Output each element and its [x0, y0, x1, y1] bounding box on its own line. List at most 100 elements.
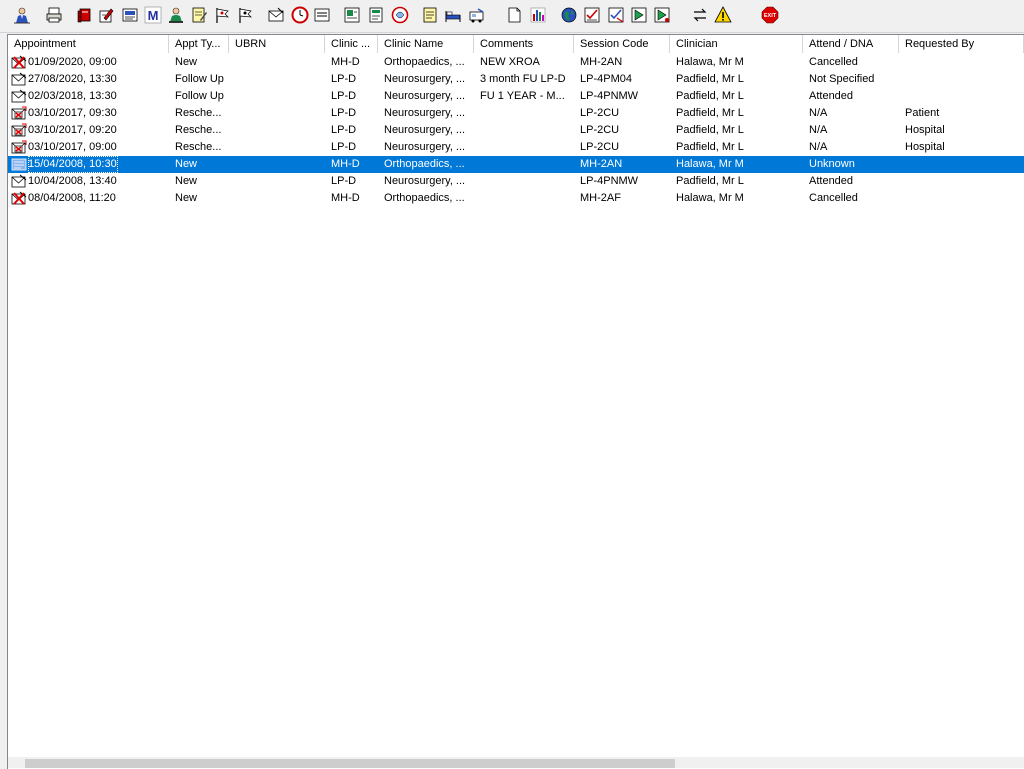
column-header-clinic-name[interactable]: Clinic Name — [378, 35, 474, 53]
cell-clinic: MH-D — [331, 56, 360, 68]
column-header-comments[interactable]: Comments — [474, 35, 574, 53]
document-button[interactable] — [366, 5, 386, 25]
envelope-icon — [268, 7, 284, 22]
page-icon — [508, 7, 521, 23]
edit-button[interactable] — [96, 5, 116, 25]
warning-button[interactable] — [713, 5, 733, 25]
cell-ubrn — [235, 88, 323, 105]
cell-session-code: MH-2AN — [580, 158, 623, 170]
book-icon — [77, 8, 91, 23]
cell-clinician: Padfield, Mr L — [676, 73, 744, 85]
cancelled-appointment-icon — [11, 55, 27, 69]
cell-clinic-name: Neurosurgery, ... — [384, 175, 466, 187]
table-row[interactable]: 27/08/2020, 13:30 Follow Up LP-D Neurosurge… — [8, 71, 1024, 88]
unknown-appointment-icon — [11, 158, 27, 171]
swap-button[interactable] — [690, 5, 710, 25]
scrollbar-thumb[interactable] — [25, 759, 675, 768]
horizontal-scrollbar[interactable] — [8, 757, 1024, 768]
print-button[interactable] — [44, 5, 64, 25]
cell-clinic: LP-D — [331, 73, 357, 85]
letter-m-button[interactable]: M — [143, 5, 163, 25]
green-arrow-button[interactable] — [629, 5, 649, 25]
green-arrow-alt-button[interactable] — [652, 5, 672, 25]
cell-clinic: LP-D — [331, 175, 357, 187]
cell-appt-type: New — [175, 192, 198, 204]
exit-button[interactable]: EXIT — [760, 5, 780, 25]
column-header-appt-type[interactable]: Appt Ty... — [169, 35, 229, 53]
table-row[interactable]: 03/10/2017, 09:20 Resche... LP-D Neurosurge… — [8, 122, 1024, 139]
column-header-session-code[interactable]: Session Code — [574, 35, 670, 53]
print-icon — [46, 7, 62, 23]
appointment-icon — [11, 72, 27, 86]
cell-clinic-name: Neurosurgery, ... — [384, 73, 466, 85]
envelope-button[interactable] — [266, 5, 286, 25]
cell-clinician: Halawa, Mr M — [676, 56, 744, 68]
warning-icon — [714, 6, 732, 23]
cell-clinician: Halawa, Mr M — [676, 158, 744, 170]
table-row[interactable]: 03/10/2017, 09:30 Resche... LP-D Neurosurge… — [8, 105, 1024, 122]
page-button[interactable] — [504, 5, 524, 25]
cell-comments — [480, 190, 572, 207]
table-row[interactable]: 08/04/2008, 11:20 New MH-D Orthopaedics, ..… — [8, 190, 1024, 207]
cell-clinician: Padfield, Mr L — [676, 107, 744, 119]
table-row[interactable]: 03/10/2017, 09:00 Resche... LP-D Neurosurge… — [8, 139, 1024, 156]
list-icon — [314, 8, 330, 22]
table-row[interactable]: 10/04/2008, 13:40 New LP-D Neurosurgery, ..… — [8, 173, 1024, 190]
chart-button[interactable] — [528, 5, 548, 25]
cell-appt-type: New — [175, 158, 198, 170]
column-header-appointment[interactable]: Appointment — [8, 35, 169, 53]
cell-attend: Not Specified — [809, 73, 875, 85]
cell-requested-by: Patient — [905, 107, 940, 119]
flag-alt-button[interactable] — [235, 5, 255, 25]
tick-list-button[interactable] — [582, 5, 602, 25]
cell-requested-by — [905, 54, 1022, 71]
exit-label: EXIT — [764, 13, 777, 19]
cell-appt-type: Follow Up — [175, 73, 224, 85]
cell-clinic-name: Orthopaedics, ... — [384, 192, 465, 204]
flag-button[interactable] — [212, 5, 232, 25]
cell-appointment: 01/09/2020, 09:00 — [28, 56, 117, 68]
cell-attend: Unknown — [809, 158, 855, 170]
column-header-requested-by[interactable]: Requested By — [899, 35, 1024, 53]
cell-comments — [480, 139, 572, 156]
table-row[interactable]: 01/09/2020, 09:00 New MH-D Orthopaedics, ..… — [8, 54, 1024, 71]
no-entry-button[interactable] — [390, 5, 410, 25]
cell-attend: N/A — [809, 124, 828, 136]
appointment-icon — [11, 174, 27, 188]
table-row[interactable]: 02/03/2018, 13:30 Follow Up LP-D Neurosurge… — [8, 88, 1024, 105]
cell-appointment: 10/04/2008, 13:40 — [28, 175, 117, 187]
cell-clinician: Padfield, Mr L — [676, 175, 744, 187]
cell-comments — [480, 156, 572, 173]
cell-appointment: 15/04/2008, 10:30 — [28, 156, 118, 173]
cell-comments: NEW XROA — [480, 56, 540, 68]
cell-comments: 3 month FU LP-D — [480, 73, 566, 85]
svg-text:M: M — [148, 8, 159, 23]
image-button[interactable] — [342, 5, 362, 25]
bed-button[interactable] — [443, 5, 463, 25]
column-header-attend[interactable]: Attend / DNA — [803, 35, 899, 53]
referral-button[interactable] — [120, 5, 140, 25]
cell-session-code: LP-4PM04 — [580, 73, 632, 85]
tick-list-alt-button[interactable] — [606, 5, 626, 25]
cell-clinician: Padfield, Mr L — [676, 90, 744, 102]
cell-ubrn — [235, 122, 323, 139]
clinician-button[interactable] — [166, 5, 186, 25]
cell-appt-type: New — [175, 56, 198, 68]
table-header: Appointment Appt Ty... UBRN Clinic ... Clini… — [8, 35, 1024, 53]
clock-button[interactable] — [290, 5, 310, 25]
column-header-ubrn[interactable]: UBRN — [229, 35, 325, 53]
swap-icon — [693, 8, 707, 22]
book-button[interactable] — [74, 5, 94, 25]
table-row[interactable]: 15/04/2008, 10:30 New MH-D Orthopaedics, ..… — [8, 156, 1024, 173]
column-header-clinic[interactable]: Clinic ... — [325, 35, 378, 53]
cell-session-code: MH-2AF — [580, 192, 621, 204]
transport-button[interactable] — [467, 5, 487, 25]
notes-button[interactable] — [189, 5, 209, 25]
globe-button[interactable] — [559, 5, 579, 25]
list-button[interactable] — [312, 5, 332, 25]
tick-list-icon — [584, 7, 600, 23]
cell-ubrn — [235, 54, 323, 71]
patient-button[interactable] — [12, 5, 32, 25]
column-header-clinician[interactable]: Clinician — [670, 35, 803, 53]
note-button[interactable] — [420, 5, 440, 25]
